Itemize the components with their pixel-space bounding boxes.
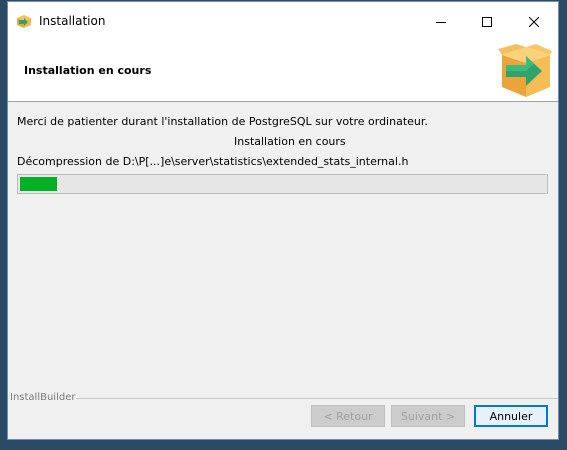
install-status: Installation en cours bbox=[234, 135, 346, 148]
installer-box-icon bbox=[17, 15, 31, 28]
cancel-button[interactable]: Annuler bbox=[474, 405, 548, 427]
installer-package-icon bbox=[498, 44, 552, 97]
footer-divider bbox=[76, 398, 558, 399]
progress-bar bbox=[17, 174, 548, 194]
window-title: Installation bbox=[39, 14, 106, 28]
close-icon bbox=[529, 16, 539, 27]
next-button[interactable]: Suivant > bbox=[391, 405, 465, 427]
maximize-icon bbox=[482, 16, 492, 27]
progress-fill bbox=[20, 177, 57, 191]
page-header: Installation en cours bbox=[8, 41, 558, 102]
minimize-icon bbox=[436, 21, 446, 23]
maximize-button[interactable] bbox=[464, 2, 510, 41]
installer-window: Installation Installation en cours Merci… bbox=[7, 1, 559, 440]
install-detail: Décompression de D:\P[...]e\server\stati… bbox=[17, 155, 409, 168]
back-button[interactable]: < Retour bbox=[311, 405, 385, 427]
install-message: Merci de patienter durant l'installation… bbox=[17, 115, 428, 128]
installbuilder-label: InstallBuilder bbox=[10, 392, 76, 403]
page-title: Installation en cours bbox=[24, 64, 152, 77]
close-button[interactable] bbox=[511, 2, 557, 41]
minimize-button[interactable] bbox=[418, 2, 464, 41]
title-bar[interactable]: Installation bbox=[8, 2, 558, 41]
